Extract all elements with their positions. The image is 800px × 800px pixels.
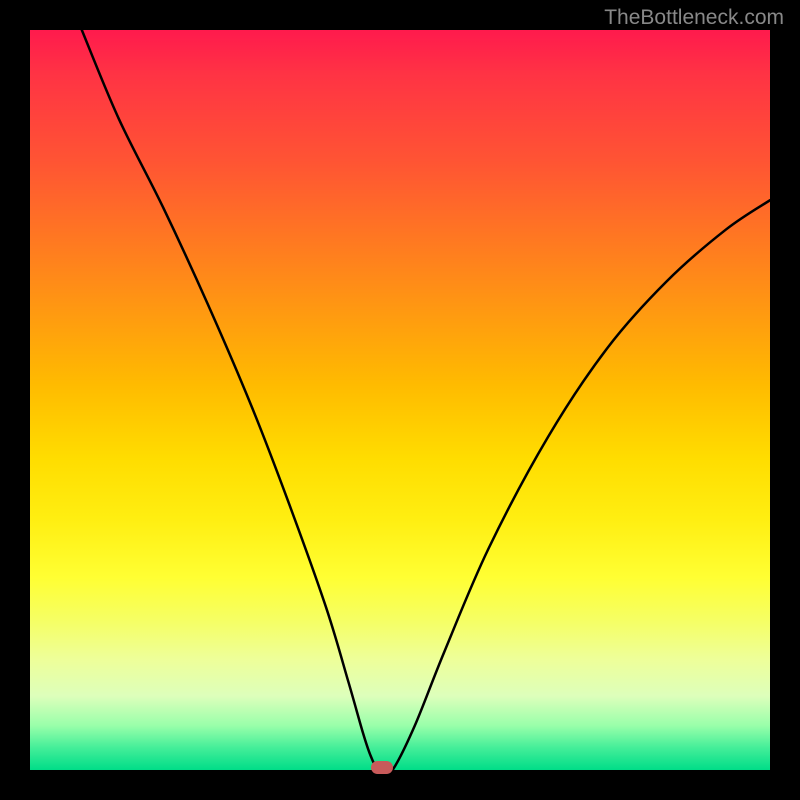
watermark-text: TheBottleneck.com	[604, 6, 784, 30]
curve-svg	[30, 30, 770, 770]
chart-container: TheBottleneck.com	[0, 0, 800, 800]
optimal-marker	[371, 761, 393, 774]
plot-area	[30, 30, 770, 770]
bottleneck-curve	[82, 30, 770, 770]
